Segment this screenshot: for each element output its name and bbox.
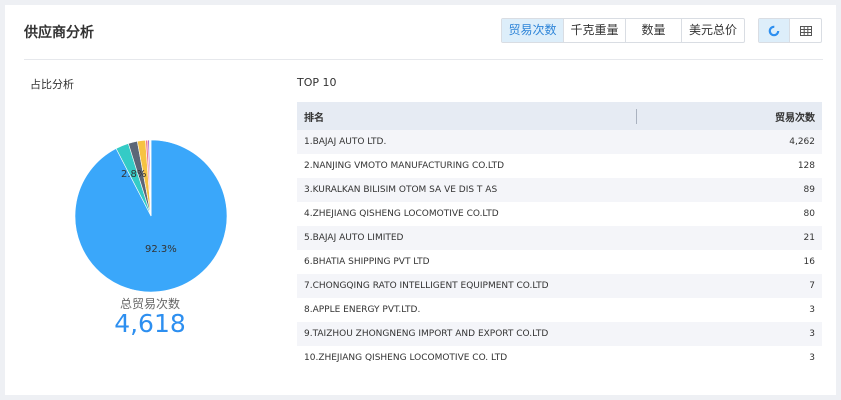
- tab-usd-total[interactable]: 美元总价: [682, 19, 744, 42]
- supplier-name-cell: 6.BHATIA SHIPPING PVT LTD: [297, 250, 637, 274]
- table-row[interactable]: 1.BAJAJ AUTO LTD.4,262: [297, 130, 822, 154]
- supplier-name-cell: 9.TAIZHOU ZHONGNENG IMPORT AND EXPORT CO…: [297, 322, 637, 346]
- metric-tabs: 贸易次数 千克重量 数量 美元总价: [501, 18, 745, 43]
- top10-table: 排名 贸易次数 1.BAJAJ AUTO LTD.4,2622.NANJING …: [297, 102, 822, 370]
- pie-slice-label-secondary: 2.8%: [121, 169, 146, 180]
- trade-count-cell: 80: [637, 202, 822, 226]
- trade-count-cell: 3: [637, 322, 822, 346]
- table-grid-icon: [800, 26, 812, 36]
- trade-count-cell: 128: [637, 154, 822, 178]
- table-row[interactable]: 2.NANJING VMOTO MANUFACTURING CO.LTD128: [297, 154, 822, 178]
- table-row[interactable]: 3.KURALKAN BILISIM OTOM SA VE DIS T AS89: [297, 178, 822, 202]
- supplier-name-cell: 1.BAJAJ AUTO LTD.: [297, 130, 637, 154]
- table-row[interactable]: 4.ZHEJIANG QISHENG LOCOMOTIVE CO.LTD80: [297, 202, 822, 226]
- supplier-name-cell: 4.ZHEJIANG QISHENG LOCOMOTIVE CO.LTD: [297, 202, 637, 226]
- table-view-button[interactable]: [790, 19, 821, 42]
- pie-chart-icon: [768, 25, 780, 37]
- supplier-analysis-card: 供应商分析 贸易次数 千克重量 数量 美元总价 占比分析 2.8% 92.3% …: [5, 5, 836, 395]
- tab-trade-count[interactable]: 贸易次数: [502, 19, 564, 42]
- trade-count-cell: 4,262: [637, 130, 822, 154]
- pie-view-button[interactable]: [759, 19, 790, 42]
- supplier-name-cell: 2.NANJING VMOTO MANUFACTURING CO.LTD: [297, 154, 637, 178]
- trade-count-cell: 3: [637, 298, 822, 322]
- pie-slice-label-main: 92.3%: [145, 244, 177, 255]
- trade-count-cell: 21: [637, 226, 822, 250]
- total-trade-count-value: 4,618: [90, 309, 210, 338]
- supplier-name-cell: 8.APPLE ENERGY PVT.LTD.: [297, 298, 637, 322]
- supplier-name-cell: 5.BAJAJ AUTO LIMITED: [297, 226, 637, 250]
- share-pie-chart: [5, 5, 305, 400]
- supplier-name-cell: 10.ZHEJIANG QISHENG LOCOMOTIVE CO. LTD: [297, 346, 637, 370]
- view-toggle: [758, 18, 822, 43]
- table-header-row: 排名 贸易次数: [297, 102, 822, 130]
- table-row[interactable]: 9.TAIZHOU ZHONGNENG IMPORT AND EXPORT CO…: [297, 322, 822, 346]
- table-row[interactable]: 8.APPLE ENERGY PVT.LTD.3: [297, 298, 822, 322]
- trade-count-cell: 16: [637, 250, 822, 274]
- table-row[interactable]: 7.CHONGQING RATO INTELLIGENT EQUIPMENT C…: [297, 274, 822, 298]
- table-row[interactable]: 10.ZHEJIANG QISHENG LOCOMOTIVE CO. LTD3: [297, 346, 822, 370]
- trade-count-cell: 7: [637, 274, 822, 298]
- column-header-rank[interactable]: 排名: [297, 102, 637, 130]
- table-row[interactable]: 6.BHATIA SHIPPING PVT LTD16: [297, 250, 822, 274]
- top10-subtitle: TOP 10: [297, 76, 337, 89]
- tab-kg-weight[interactable]: 千克重量: [564, 19, 626, 42]
- tab-quantity[interactable]: 数量: [626, 19, 682, 42]
- trade-count-cell: 89: [637, 178, 822, 202]
- supplier-name-cell: 3.KURALKAN BILISIM OTOM SA VE DIS T AS: [297, 178, 637, 202]
- trade-count-cell: 3: [637, 346, 822, 370]
- column-header-trade-count[interactable]: 贸易次数: [637, 102, 822, 130]
- table-row[interactable]: 5.BAJAJ AUTO LIMITED21: [297, 226, 822, 250]
- supplier-name-cell: 7.CHONGQING RATO INTELLIGENT EQUIPMENT C…: [297, 274, 637, 298]
